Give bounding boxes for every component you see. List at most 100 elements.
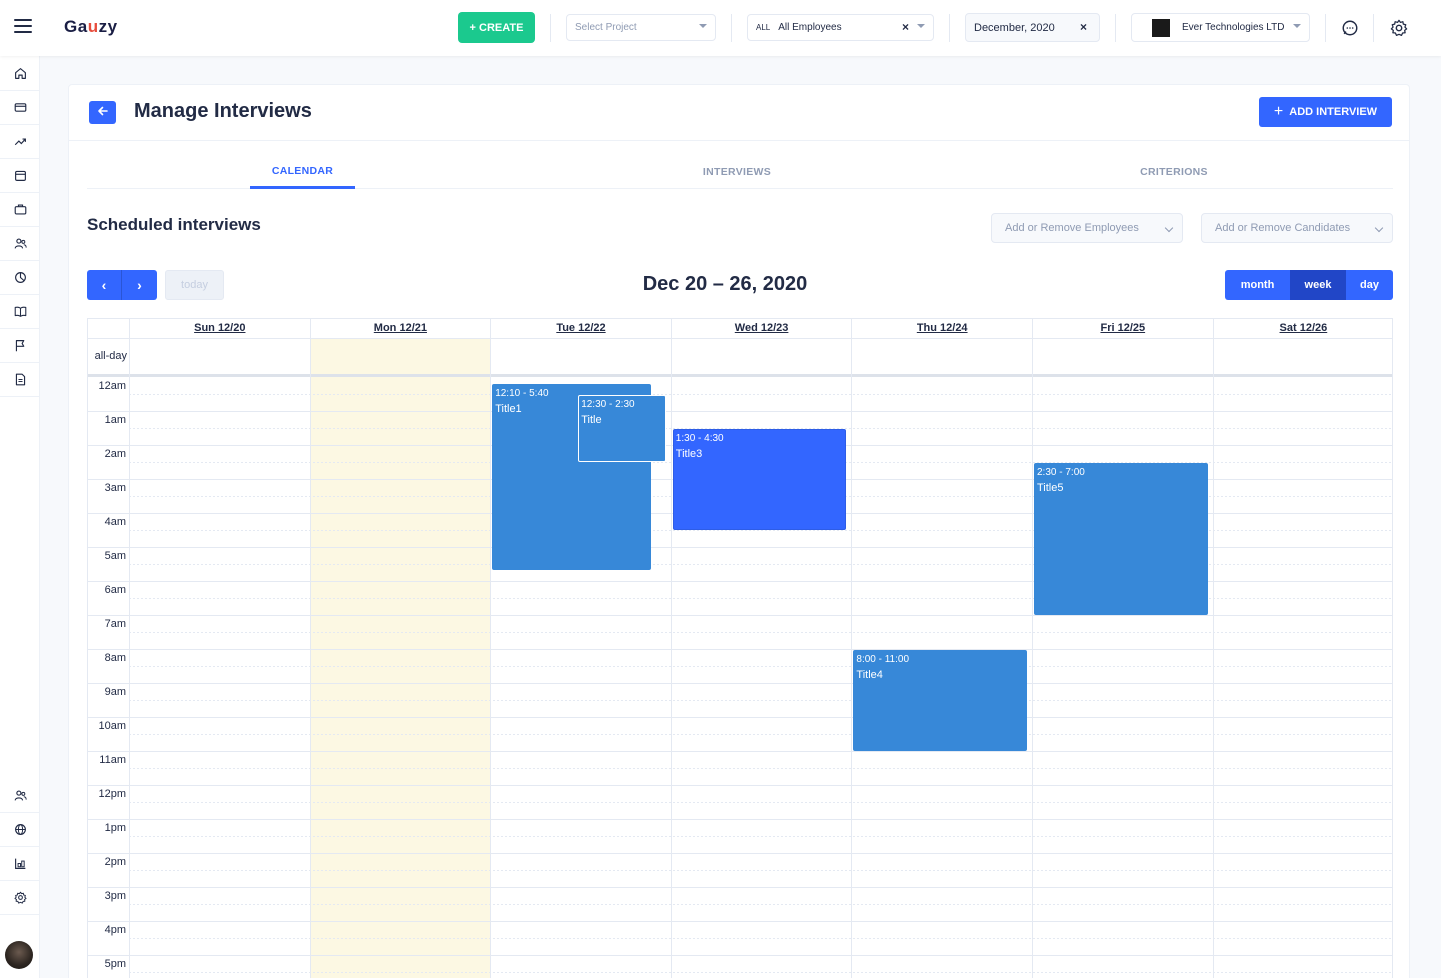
create-button[interactable]: + CREATE: [458, 12, 535, 43]
hour-line: [88, 683, 1392, 684]
chevron-down-icon: [917, 24, 925, 28]
hour-line: [88, 751, 1392, 752]
section-title: Scheduled interviews: [87, 215, 261, 234]
layers-icon: [14, 858, 25, 869]
sidebar-item-knowledge[interactable]: [0, 295, 40, 329]
clear-employee-icon[interactable]: ×: [902, 20, 909, 34]
hour-line: [88, 819, 1392, 820]
chat-icon[interactable]: [1341, 19, 1359, 37]
book-icon: [14, 306, 26, 317]
menu-icon[interactable]: [14, 19, 32, 33]
arrow-left-icon: [97, 106, 108, 116]
sidebar-item-accounting[interactable]: [0, 91, 40, 125]
half-hour-line: [129, 700, 1392, 701]
hour-label: 3am: [104, 482, 126, 494]
hour-label: 1am: [104, 414, 126, 426]
allday-label: all-day: [94, 350, 127, 362]
day-header[interactable]: Tue 12/22: [490, 319, 671, 338]
sidebar-item-settings[interactable]: [0, 881, 40, 915]
hour-line: [88, 921, 1392, 922]
sidebar-item-integrations[interactable]: [0, 847, 40, 881]
credit-card-icon: [14, 103, 26, 112]
day-header[interactable]: Thu 12/24: [851, 319, 1032, 338]
sidebar-item-goals-flag[interactable]: [0, 329, 40, 363]
hour-label: 8am: [104, 652, 126, 664]
event-title: Title5: [1037, 482, 1064, 494]
today-column-highlight: [309, 338, 490, 978]
back-button[interactable]: [89, 101, 116, 124]
flag-icon: [15, 340, 24, 352]
employee-select-value: All Employees: [778, 22, 842, 33]
hour-label: 9am: [104, 686, 126, 698]
interview-event[interactable]: 8:00 - 11:00 Title4: [853, 650, 1027, 751]
trending-up-icon: [14, 138, 26, 146]
half-hour-line: [129, 734, 1392, 735]
employees-filter[interactable]: Add or Remove Employees: [991, 213, 1183, 243]
allday-cell[interactable]: [490, 338, 671, 374]
sidebar-item-tasks[interactable]: [0, 159, 40, 193]
day-header[interactable]: Sun 12/20: [129, 319, 310, 338]
divider: [1373, 14, 1374, 42]
allday-cell[interactable]: [309, 338, 491, 374]
half-hour-line: [129, 632, 1392, 633]
sidebar-item-goals[interactable]: [0, 261, 40, 295]
column-divider: [1212, 338, 1214, 978]
view-day-button[interactable]: day: [1346, 270, 1393, 300]
divider: [1115, 14, 1116, 42]
briefcase-icon: [14, 204, 26, 215]
add-interview-label: ADD INTERVIEW: [1289, 106, 1378, 118]
column-divider: [670, 338, 672, 978]
view-month-button[interactable]: month: [1225, 270, 1290, 300]
tab-bar: CALENDAR INTERVIEWS CRITERIONS: [87, 155, 1393, 189]
tab-interviews[interactable]: INTERVIEWS: [687, 155, 787, 189]
hour-label: 1pm: [104, 822, 126, 834]
interview-event[interactable]: 2:30 - 7:00 Title5: [1034, 463, 1208, 615]
allday-cell[interactable]: [1032, 338, 1213, 374]
sidebar-item-organizations[interactable]: [0, 813, 40, 847]
hour-label: 4am: [104, 516, 126, 528]
interview-event[interactable]: 12:30 - 2:30 Title: [578, 395, 667, 462]
candidates-filter-placeholder: Add or Remove Candidates: [1215, 222, 1351, 234]
interview-event[interactable]: 1:30 - 4:30 Title3: [672, 429, 847, 530]
people-icon: [14, 790, 27, 801]
half-hour-line: [129, 836, 1392, 837]
candidates-filter[interactable]: Add or Remove Candidates: [1201, 213, 1393, 243]
column-divider: [490, 338, 492, 978]
day-header[interactable]: Fri 12/25: [1032, 319, 1213, 338]
settings-icon: [13, 891, 27, 904]
half-hour-line: [129, 666, 1392, 667]
tab-calendar[interactable]: CALENDAR: [250, 155, 355, 189]
add-interview-button[interactable]: + ADD INTERVIEW: [1259, 97, 1392, 127]
sidebar-item-reports[interactable]: [0, 363, 40, 397]
sidebar-item-sales[interactable]: [0, 125, 40, 159]
day-header[interactable]: Mon 12/21: [309, 319, 491, 338]
date-select[interactable]: December, 2020 ×: [965, 13, 1100, 42]
hour-label: 5am: [104, 550, 126, 562]
allday-cell[interactable]: [129, 338, 310, 374]
tab-criterions[interactable]: CRITERIONS: [1124, 155, 1224, 189]
clear-date-icon[interactable]: ×: [1080, 20, 1087, 34]
allday-cell[interactable]: [1212, 338, 1392, 374]
company-select[interactable]: Ever Technologies LTD: [1131, 13, 1310, 42]
employee-select[interactable]: ALL All Employees ×: [747, 14, 934, 41]
calendar-icon: [14, 170, 26, 181]
project-select[interactable]: Select Project: [566, 14, 716, 41]
settings-icon[interactable]: [1390, 19, 1408, 37]
hour-label: 4pm: [104, 924, 126, 936]
view-week-button[interactable]: week: [1290, 270, 1346, 300]
day-header[interactable]: Wed 12/23: [670, 319, 852, 338]
half-hour-line: [129, 394, 1392, 395]
user-avatar[interactable]: [5, 941, 33, 969]
day-header[interactable]: Sat 12/26: [1212, 319, 1392, 338]
half-hour-line: [129, 870, 1392, 871]
half-hour-line: [129, 938, 1392, 939]
sidebar-item-employees[interactable]: [0, 227, 40, 261]
hour-label: 7am: [104, 618, 126, 630]
sidebar-item-jobs[interactable]: [0, 193, 40, 227]
allday-cell[interactable]: [851, 338, 1032, 374]
divider: [1325, 14, 1326, 42]
app-logo[interactable]: Gauzy: [64, 17, 118, 37]
allday-cell[interactable]: [670, 338, 852, 374]
sidebar-item-home[interactable]: [0, 57, 40, 91]
sidebar-item-users[interactable]: [0, 779, 40, 813]
